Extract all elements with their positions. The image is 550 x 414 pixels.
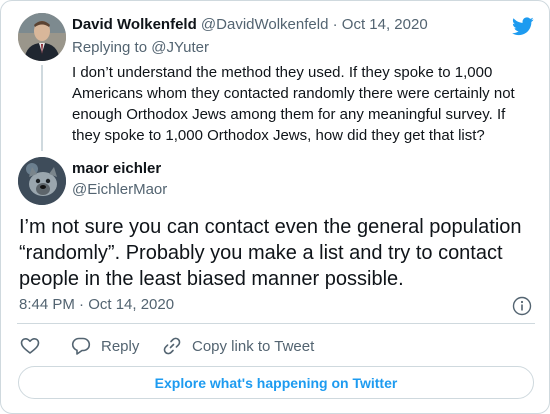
tweet-timestamp[interactable]: 8:44 PM · Oct 14, 2020 bbox=[19, 296, 174, 313]
parent-tweet-date[interactable]: Oct 14, 2020 bbox=[342, 16, 428, 33]
main-tweet-text: I’m not sure you can contact even the ge… bbox=[19, 216, 522, 290]
profile-photo-icon bbox=[18, 157, 66, 205]
parent-tweet-text: I don’t understand the method they used.… bbox=[72, 64, 515, 144]
main-author-handle[interactable]: @EichlerMaor bbox=[72, 181, 167, 198]
replying-to-line: Replying to @JYuter bbox=[72, 39, 209, 56]
reply-icon bbox=[71, 337, 91, 355]
parent-author-name[interactable]: David Wolkenfeld bbox=[72, 16, 197, 33]
tweet-embed-card: David Wolkenfeld @DavidWolkenfeld · Oct … bbox=[0, 0, 550, 414]
main-author-avatar[interactable] bbox=[18, 157, 66, 205]
parent-separator: · bbox=[332, 16, 338, 33]
copy-link-button[interactable]: Copy link to Tweet bbox=[162, 335, 314, 357]
link-icon bbox=[163, 337, 181, 355]
reply-label: Reply bbox=[101, 337, 140, 355]
profile-photo-icon bbox=[18, 13, 66, 61]
twitter-bird-icon[interactable] bbox=[512, 17, 534, 36]
parent-tweet-header: David Wolkenfeld @DavidWolkenfeld · Oct … bbox=[72, 16, 428, 33]
parent-author-avatar[interactable] bbox=[18, 13, 66, 61]
explore-twitter-button[interactable]: Explore what's happening on Twitter bbox=[18, 366, 534, 399]
like-button[interactable] bbox=[20, 335, 40, 357]
info-icon[interactable] bbox=[512, 296, 532, 316]
divider bbox=[17, 323, 535, 324]
heart-icon bbox=[20, 338, 40, 354]
replying-to-mention[interactable]: @JYuter bbox=[151, 39, 209, 56]
copy-link-label: Copy link to Tweet bbox=[192, 337, 315, 355]
main-author-name[interactable]: maor eichler bbox=[72, 160, 161, 177]
reply-button[interactable]: Reply bbox=[71, 335, 139, 357]
replying-to-prefix: Replying to bbox=[72, 39, 148, 56]
thread-connector-line bbox=[41, 65, 43, 151]
parent-author-handle[interactable]: @DavidWolkenfeld bbox=[201, 16, 329, 33]
